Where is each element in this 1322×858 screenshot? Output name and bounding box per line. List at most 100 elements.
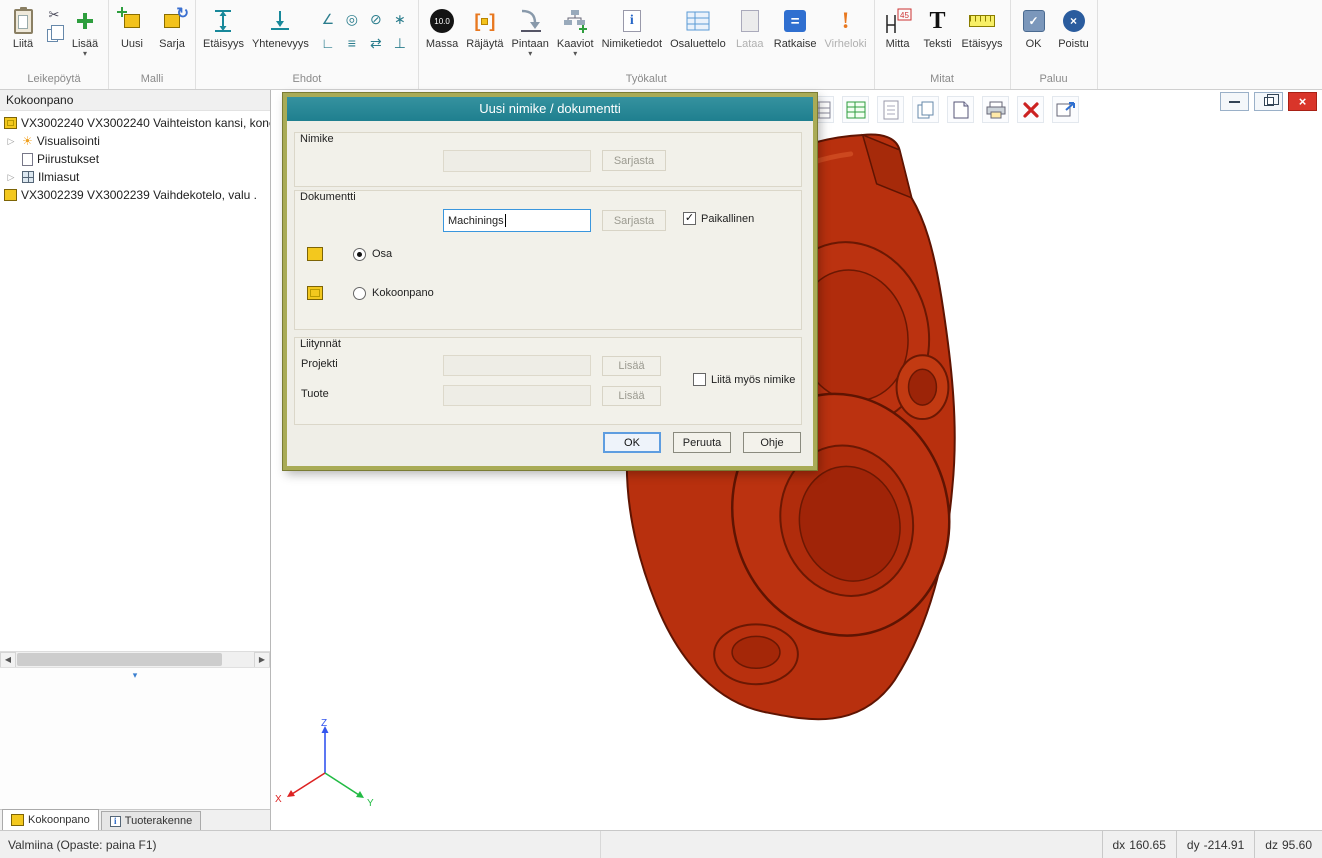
close-button[interactable]: × bbox=[1288, 92, 1317, 111]
dialog-title-bar[interactable]: Uusi nimike / dokumentti bbox=[287, 97, 813, 121]
dokumentti-input[interactable]: Machinings bbox=[443, 209, 591, 232]
nimiketiedot-button[interactable]: i Nimiketiedot bbox=[598, 2, 667, 50]
new-item-dialog: Uusi nimike / dokumentti Nimike Sarjasta… bbox=[283, 93, 817, 470]
kaaviot-button[interactable]: Kaaviot ▾ bbox=[553, 2, 598, 58]
dokumentti-sarjasta-button[interactable]: Sarjasta bbox=[602, 210, 666, 231]
tuote-input[interactable] bbox=[443, 385, 591, 406]
copy-icon[interactable] bbox=[45, 27, 63, 43]
occurrences-icon bbox=[22, 171, 34, 183]
document-icon[interactable] bbox=[877, 96, 904, 123]
group-label-paluu: Paluu bbox=[1014, 72, 1094, 89]
paikallinen-checkbox-row[interactable]: ✓ Paikallinen bbox=[683, 212, 754, 225]
scroll-left-button[interactable]: ◀ bbox=[0, 652, 16, 668]
pintaan-button[interactable]: Pintaan ▾ bbox=[508, 2, 553, 58]
angle-constraint-icon[interactable]: ∠ bbox=[317, 8, 339, 30]
liita-button[interactable]: Liitä bbox=[3, 2, 43, 50]
status-dz: dz 95.60 bbox=[1254, 831, 1322, 858]
yhtenevyys-button[interactable]: Yhtenevyys bbox=[248, 2, 313, 50]
tree-item-visualisointi[interactable]: ▷ ☀ Visualisointi bbox=[0, 132, 270, 150]
part-icon bbox=[4, 189, 17, 201]
copy-pages-icon[interactable] bbox=[912, 96, 939, 123]
projekti-input[interactable] bbox=[443, 355, 591, 376]
chevron-down-icon: ▾ bbox=[83, 50, 87, 58]
minimize-button[interactable] bbox=[1220, 92, 1249, 111]
group-label-tyokalut: Työkalut bbox=[422, 72, 871, 89]
rajayta-button[interactable]: [] Räjäytä bbox=[462, 2, 507, 50]
dokumentti-group-label: Dokumentti bbox=[300, 191, 356, 203]
liita-myos-checkbox[interactable] bbox=[693, 373, 706, 386]
teksti-button[interactable]: T Teksti bbox=[918, 2, 958, 50]
etaisyys-ehto-button[interactable]: Etäisyys bbox=[199, 2, 248, 50]
scrollbar-track[interactable] bbox=[16, 652, 254, 668]
perpendicular-constraint-icon[interactable]: ⊥ bbox=[389, 32, 411, 54]
tree-item-part-vx3002239[interactable]: VX3002239 VX3002239 Vaihdekotelo, valu . bbox=[0, 186, 270, 204]
lisaa-button[interactable]: Lisää ▾ bbox=[65, 2, 105, 58]
scroll-right-button[interactable]: ▶ bbox=[254, 652, 270, 668]
assembly-tab-icon bbox=[11, 814, 24, 826]
osaluettelo-button[interactable]: Osaluettelo bbox=[666, 2, 730, 50]
cut-icon[interactable]: ✂ bbox=[45, 7, 63, 23]
lataa-button[interactable]: Lataa bbox=[730, 2, 770, 50]
kokoonpano-radio-row[interactable]: Kokoonpano bbox=[307, 286, 434, 300]
dialog-ohje-button[interactable]: Ohje bbox=[743, 432, 801, 453]
liita-myos-checkbox-row[interactable]: Liitä myös nimike bbox=[693, 373, 795, 386]
osa-radio-row[interactable]: Osa bbox=[307, 247, 392, 261]
concentric-constraint-icon[interactable]: ◎ bbox=[341, 8, 363, 30]
product-structure-icon: i bbox=[110, 816, 121, 827]
nimike-input[interactable] bbox=[443, 150, 591, 172]
uusi-button[interactable]: Uusi bbox=[112, 2, 152, 50]
dialog-ok-button[interactable]: OK bbox=[603, 432, 661, 453]
tree-item-root-assembly[interactable]: VX3002240 VX3002240 Vaihteiston kansi, k… bbox=[0, 114, 270, 132]
dialog-peruuta-button[interactable]: Peruuta bbox=[673, 432, 731, 453]
massa-button[interactable]: 10.0 Massa bbox=[422, 2, 462, 50]
group-label-mitat: Mitat bbox=[878, 72, 1007, 89]
page-flip-icon[interactable] bbox=[947, 96, 974, 123]
etaisyys-mitta-button[interactable]: Etäisyys bbox=[958, 2, 1007, 50]
tree-item-ilmiasut[interactable]: ▷ Ilmiasut bbox=[0, 168, 270, 186]
status-message: Valmiina (Opaste: paina F1) bbox=[0, 831, 600, 858]
parts-list-icon bbox=[682, 5, 714, 37]
ok-ribbon-button[interactable]: ✓ OK bbox=[1014, 2, 1054, 50]
horizontal-scrollbar[interactable]: ◀ ▶ bbox=[0, 651, 270, 667]
group-label-leikepoyta: Leikepöytä bbox=[3, 72, 105, 89]
mass-icon: 10.0 bbox=[426, 5, 458, 37]
ratkaise-button[interactable]: = Ratkaise bbox=[770, 2, 821, 50]
x-axis-label: X bbox=[275, 794, 282, 805]
printer-icon[interactable] bbox=[982, 96, 1009, 123]
group-label-malli: Malli bbox=[112, 72, 192, 89]
delete-red-icon[interactable] bbox=[1017, 96, 1044, 123]
part-icon bbox=[307, 247, 323, 261]
virheloki-button[interactable]: ! Virheloki bbox=[821, 2, 871, 50]
sort-indicator-icon: ▾ bbox=[133, 670, 138, 681]
expand-arrow-icon[interactable]: ▷ bbox=[4, 136, 18, 147]
export-window-icon[interactable] bbox=[1052, 96, 1079, 123]
osa-radio[interactable] bbox=[353, 248, 366, 261]
status-dx: dx 160.65 bbox=[1102, 831, 1176, 858]
series-icon: ↻ bbox=[156, 5, 188, 37]
tuote-label: Tuote bbox=[301, 388, 329, 400]
equal-constraint-icon[interactable]: ⇄ bbox=[365, 32, 387, 54]
tangent-constraint-icon[interactable]: ⊘ bbox=[365, 8, 387, 30]
table-green-icon[interactable] bbox=[842, 96, 869, 123]
paikallinen-checkbox[interactable]: ✓ bbox=[683, 212, 696, 225]
sarja-button[interactable]: ↻ Sarja bbox=[152, 2, 192, 50]
corner-constraint-icon[interactable]: ∟ bbox=[317, 32, 339, 54]
nimike-sarjasta-button[interactable]: Sarjasta bbox=[602, 150, 666, 171]
mitta-button[interactable]: 45 Mitta bbox=[878, 2, 918, 50]
projekti-lisaa-button[interactable]: Lisää bbox=[602, 356, 661, 376]
tree-item-piirustukset[interactable]: Piirustukset bbox=[0, 150, 270, 168]
tuote-lisaa-button[interactable]: Lisää bbox=[602, 386, 661, 406]
expand-arrow-icon[interactable]: ▷ bbox=[4, 172, 18, 183]
item-info-icon: i bbox=[616, 5, 648, 37]
kokoonpano-radio[interactable] bbox=[353, 287, 366, 300]
ribbon-group-malli: Uusi ↻ Sarja Malli bbox=[109, 0, 196, 89]
tab-kokoonpano[interactable]: Kokoonpano bbox=[2, 809, 99, 830]
maximize-button[interactable] bbox=[1254, 92, 1283, 111]
text-icon: T bbox=[922, 5, 954, 37]
window-controls: × bbox=[1220, 92, 1317, 111]
poistu-button[interactable]: × Poistu bbox=[1054, 2, 1094, 50]
parallel-constraint-icon[interactable]: ≡ bbox=[341, 32, 363, 54]
scrollbar-thumb[interactable] bbox=[17, 653, 222, 666]
tab-tuoterakenne[interactable]: i Tuoterakenne bbox=[101, 811, 201, 830]
pattern-constraint-icon[interactable]: ∗ bbox=[389, 8, 411, 30]
